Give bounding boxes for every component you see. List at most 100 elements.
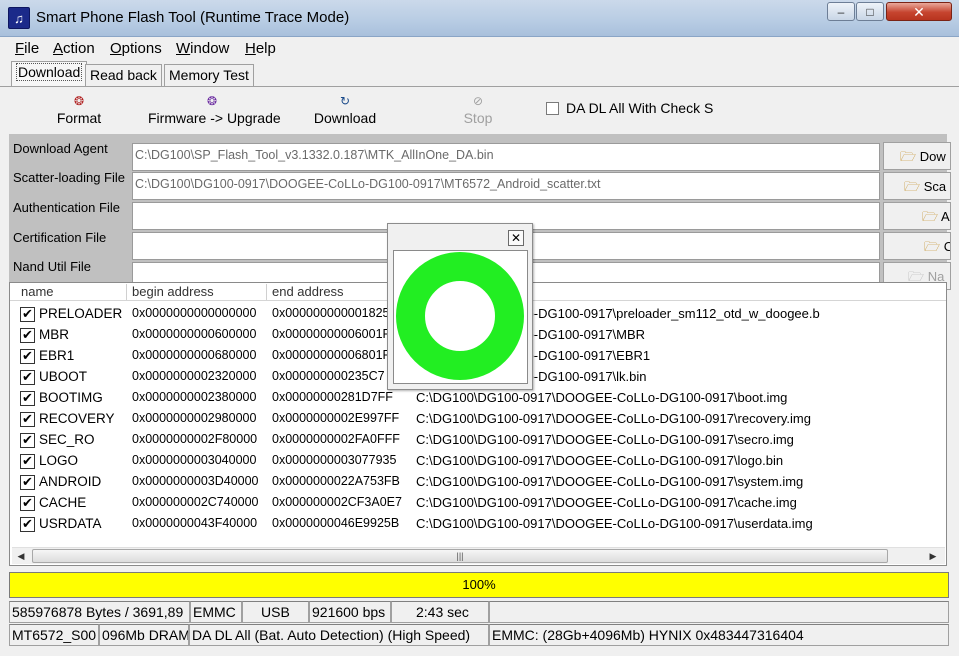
da-dl-all-checkbox[interactable] [546,102,559,115]
end-address: 0x00000000281D7FF [272,390,393,404]
begin-address: 0x0000000002380000 [132,390,257,404]
minimize-button[interactable]: – [827,2,855,21]
menu-options[interactable]: Options [110,40,162,57]
table-row[interactable]: ✔ USRDATA 0x0000000043F40000 0x0000000046E9… [18,514,948,535]
scatter-file-field[interactable]: C:\DG100\DG100-0917\DOOGEE-CoLLo-DG100-0… [132,172,880,200]
partition-name: BOOTIMG [39,390,103,405]
partition-name: SEC_RO [39,432,95,447]
success-ring-icon [396,252,524,380]
begin-address: 0x0000000002980000 [132,411,257,425]
cert-file-label: Certification File [13,230,107,245]
file-path: C:\DG100\DG100-0917\DOOGEE-CoLLo-DG100-0… [416,474,804,489]
status-storage: EMMC [190,601,242,623]
status-time: 2:43 sec [391,601,489,623]
begin-address: 0x0000000002F80000 [132,432,258,446]
download-agent-browse-label: Dow [919,149,946,164]
auth-file-label: Authentication File [13,200,120,215]
menu-file[interactable]: File [15,40,39,57]
download-agent-browse-button[interactable]: 🗁 Dow [883,142,951,170]
status-mode: DA DL All (Bat. Auto Detection) (High Sp… [189,624,489,646]
partition-name: ANDROID [39,474,102,489]
header-begin-address[interactable]: begin address [132,284,214,299]
end-address: 0x00000000006801F [272,348,391,362]
table-row[interactable]: ✔ LOGO 0x0000000003040000 0x000000000307793… [18,451,948,472]
tab-download[interactable]: Download [11,61,88,86]
partition-name: USRDATA [39,516,102,531]
begin-address: 0x000000002C740000 [132,495,259,509]
table-row[interactable]: ✔ SEC_RO 0x0000000002F80000 0x0000000002FA0… [18,430,948,451]
partition-checkbox[interactable]: ✔ [20,412,35,427]
partition-name: EBR1 [39,348,75,363]
folder-icon: 🗁 [900,149,917,164]
scatter-file-label: Scatter-loading File [13,170,125,185]
scroll-right-icon[interactable]: ▶ [926,549,940,563]
table-row[interactable]: ✔ ANDROID 0x0000000003D40000 0x0000000022A7… [18,472,948,493]
auth-browse-label: A [941,209,950,224]
end-address: 0x0000000046E9925B [272,516,400,530]
end-address: 0x0000000022A753FB [272,474,400,488]
end-address: 0x000000000001825 [272,306,390,320]
partition-name: LOGO [39,453,79,468]
file-path: C:\DG100\DG100-0917\DOOGEE-CoLLo-DG100-0… [416,432,794,447]
close-button[interactable]: ✕ [886,2,952,21]
header-name[interactable]: name [21,284,54,299]
end-address: 0x000000000235C7 [272,369,385,383]
scatter-browse-button[interactable]: 🗁 Sca [883,172,951,200]
nand-util-label: Nand Util File [13,259,92,274]
tab-memory-test[interactable]: Memory Test [164,64,254,86]
scroll-left-icon[interactable]: ◀ [14,549,28,563]
menu-help[interactable]: Help [245,40,276,57]
partition-checkbox[interactable]: ✔ [20,391,35,406]
header-divider[interactable] [126,284,127,300]
table-row[interactable]: ✔ RECOVERY 0x0000000002980000 0x0000000002E… [18,409,948,430]
tab-read-back[interactable]: Read back [85,64,162,86]
firmware-icon: ❂ [206,94,218,108]
begin-address: 0x0000000000680000 [132,348,257,362]
dialog-close-button[interactable]: ✕ [508,230,524,246]
partition-checkbox[interactable]: ✔ [20,349,35,364]
table-row[interactable]: ✔ CACHE 0x000000002C740000 0x000000002CF3A0… [18,493,948,514]
begin-address: 0x0000000000600000 [132,327,257,341]
partition-checkbox[interactable]: ✔ [20,307,35,322]
status-baud: 921600 bps [309,601,391,623]
status-bytes: 585976878 Bytes / 3691,89 [9,601,190,623]
auth-browse-button[interactable]: 🗁 A [883,202,951,230]
begin-address: 0x0000000003040000 [132,453,257,467]
partition-checkbox[interactable]: ✔ [20,328,35,343]
scroll-thumb[interactable]: ||| [32,549,888,563]
partition-checkbox[interactable]: ✔ [20,496,35,511]
progress-text: 100% [462,577,496,592]
download-arrow-icon: ↻ [339,94,351,108]
partition-checkbox[interactable]: ✔ [20,370,35,385]
partition-name: RECOVERY [39,411,115,426]
file-path: C:\DG100\DG100-0917\DOOGEE-CoLLo-DG100-0… [416,453,784,468]
end-address: 0x000000002CF3A0E7 [272,495,402,509]
menu-action[interactable]: Action [53,40,95,57]
header-end-address[interactable]: end address [272,284,344,299]
cert-browse-button[interactable]: 🗁 C [883,232,951,260]
format-button[interactable]: ❂ Format [56,92,102,136]
file-path: C:\DG100\DG100-0917\DOOGEE-CoLLo-DG100-0… [416,390,788,405]
download-agent-field[interactable]: C:\DG100\SP_Flash_Tool_v3.1332.0.187\MTK… [132,143,880,171]
partition-checkbox[interactable]: ✔ [20,454,35,469]
firmware-upgrade-button[interactable]: ❂ Firmware -> Upgrade [148,92,281,136]
menu-window[interactable]: Window [176,40,229,57]
window-title: Smart Phone Flash Tool (Runtime Trace Mo… [36,9,350,26]
status-ram: 096Mb DRAM [99,624,189,646]
stop-button[interactable]: ⊘ Stop [460,92,496,136]
da-dl-all-label: DA DL All With Check S [566,100,714,116]
header-divider[interactable] [266,284,267,300]
maximize-button[interactable]: □ [856,2,884,21]
partition-checkbox[interactable]: ✔ [20,517,35,532]
cert-browse-label: C [944,239,950,254]
partition-checkbox[interactable]: ✔ [20,433,35,448]
partition-name: MBR [39,327,69,342]
end-address: 0x00000000006001F [272,327,391,341]
table-row[interactable]: ✔ BOOTIMG 0x0000000002380000 0x00000000281D… [18,388,948,409]
download-button[interactable]: ↻ Download [313,92,377,136]
partition-name: PRELOADER [39,306,123,321]
end-address: 0x0000000002FA0FFF [272,432,400,446]
status-emmc-info: EMMC: (28Gb+4096Mb) HYNIX 0x483447316404 [489,624,949,646]
status-chip: MT6572_S00 [9,624,99,646]
partition-checkbox[interactable]: ✔ [20,475,35,490]
